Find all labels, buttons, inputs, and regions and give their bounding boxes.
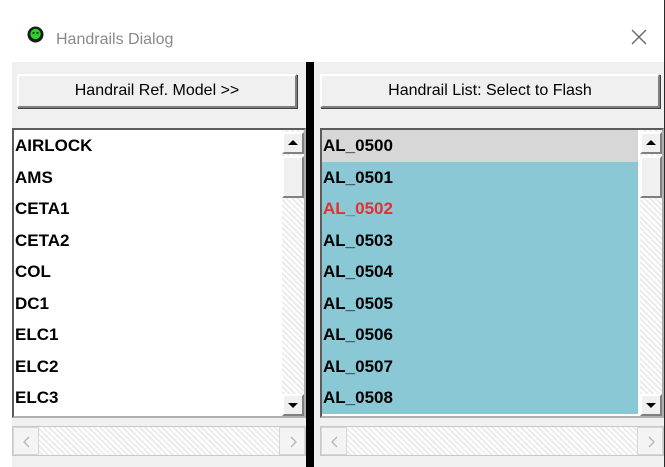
list-item[interactable]: AL_0504 <box>322 256 638 288</box>
scroll-down-button[interactable] <box>640 394 662 416</box>
ref-model-list: AIRLOCK AMS CETA1 CETA2 COL DC1 ELC1 ELC2 ELC3 <box>14 130 280 414</box>
list-item[interactable]: ELC3 <box>14 382 280 414</box>
close-icon[interactable] <box>628 26 650 48</box>
handrail-hscroll[interactable] <box>320 426 664 456</box>
scroll-right-button[interactable] <box>637 427 663 455</box>
scroll-up-button[interactable] <box>282 132 304 154</box>
ref-model-vscroll[interactable] <box>282 130 304 416</box>
scroll-down-button[interactable] <box>282 394 304 416</box>
scroll-up-button[interactable] <box>640 132 662 154</box>
green-face-icon <box>27 26 44 43</box>
list-item[interactable]: AL_0503 <box>322 224 638 256</box>
arrow-left-icon <box>331 436 338 448</box>
arrow-left-icon <box>23 436 30 448</box>
title-bar[interactable]: Handrails Dialog <box>0 0 664 62</box>
arrow-up-icon <box>288 140 298 145</box>
list-item[interactable]: AL_0505 <box>322 287 638 319</box>
list-item[interactable]: DC1 <box>14 288 280 320</box>
handrails-dialog-window: Handrails Dialog Handrail Ref. Model >> … <box>0 0 665 467</box>
handrail-list-panel: Handrail List: Select to Flash AL_0500 AL… <box>314 62 664 467</box>
arrow-down-icon <box>288 403 298 408</box>
list-item-selected[interactable]: AL_0500 <box>322 130 638 162</box>
arrow-down-icon <box>646 403 656 408</box>
list-item[interactable]: AIRLOCK <box>14 130 280 162</box>
arrow-right-icon <box>648 436 655 448</box>
scroll-thumb[interactable] <box>640 156 662 198</box>
arrow-right-icon <box>290 436 297 448</box>
handrail-listbox[interactable]: AL_0500 AL_0501 AL_0502 AL_0503 AL_0504 AL_05… <box>320 128 664 418</box>
ref-model-panel: Handrail Ref. Model >> AIRLOCK AMS CETA1 CE… <box>12 62 306 467</box>
handrail-ref-model-button[interactable]: Handrail Ref. Model >> <box>17 74 297 108</box>
scroll-left-button[interactable] <box>13 427 39 455</box>
list-item[interactable]: ELC1 <box>14 319 280 351</box>
handrail-list-button[interactable]: Handrail List: Select to Flash <box>320 74 660 108</box>
dialog-client-area: Handrail Ref. Model >> AIRLOCK AMS CETA1 CE… <box>12 62 664 467</box>
handrail-vscroll[interactable] <box>640 130 662 416</box>
scroll-right-button[interactable] <box>279 427 305 455</box>
list-item[interactable]: CETA1 <box>14 193 280 225</box>
list-item[interactable]: AL_0508 <box>322 382 638 414</box>
list-item[interactable]: AL_0501 <box>322 161 638 193</box>
list-item[interactable]: CETA2 <box>14 225 280 257</box>
ref-model-hscroll[interactable] <box>12 426 306 456</box>
scroll-left-button[interactable] <box>321 427 347 455</box>
list-item-flashing[interactable]: AL_0502 <box>322 193 638 225</box>
ref-model-listbox[interactable]: AIRLOCK AMS CETA1 CETA2 COL DC1 ELC1 ELC2 ELC3 <box>12 128 306 418</box>
list-item[interactable]: AMS <box>14 162 280 194</box>
list-item[interactable]: COL <box>14 256 280 288</box>
handrail-list: AL_0500 AL_0501 AL_0502 AL_0503 AL_0504 AL_05… <box>322 130 638 414</box>
window-title: Handrails Dialog <box>56 31 174 48</box>
scroll-thumb[interactable] <box>282 156 304 198</box>
list-item[interactable]: AL_0507 <box>322 350 638 382</box>
list-item[interactable]: AL_0506 <box>322 319 638 351</box>
list-item[interactable]: ELC2 <box>14 351 280 383</box>
arrow-up-icon <box>646 140 656 145</box>
